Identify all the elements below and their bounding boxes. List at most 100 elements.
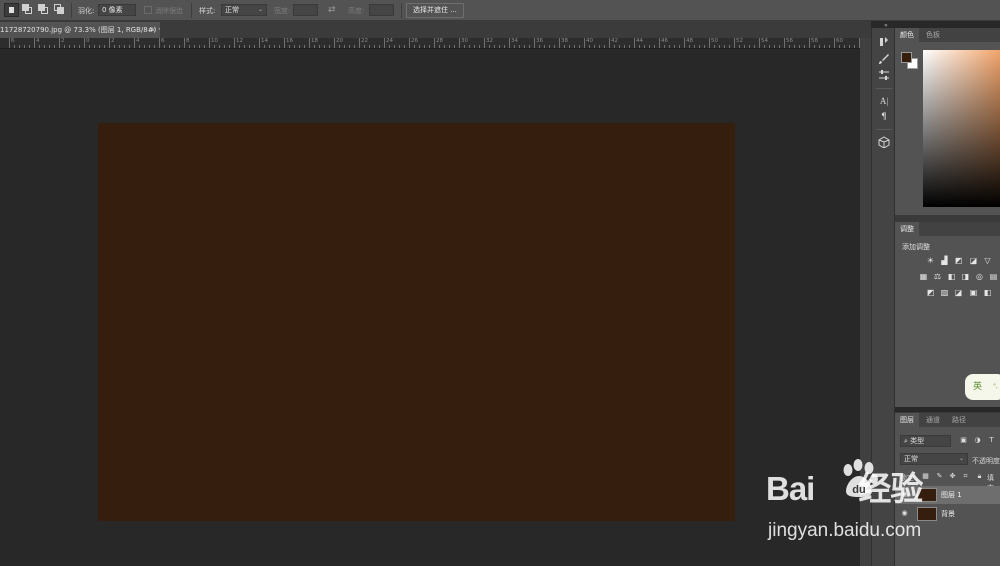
ruler-tick bbox=[454, 45, 455, 48]
color-balance-icon[interactable]: ◧ bbox=[947, 272, 956, 281]
ruler-tick bbox=[714, 45, 715, 48]
ruler-tick bbox=[524, 45, 525, 48]
ruler-tick bbox=[119, 45, 120, 48]
color-picker-field[interactable] bbox=[923, 50, 1000, 207]
ruler-tick-label: 60 bbox=[836, 38, 843, 44]
ruler-tick bbox=[529, 45, 530, 48]
subtract-selection-icon[interactable] bbox=[54, 4, 65, 15]
tab-channels[interactable]: 通道 bbox=[921, 413, 945, 427]
tab-swatches[interactable]: 色板 bbox=[921, 28, 945, 42]
curves-icon[interactable]: ◩ bbox=[954, 256, 963, 265]
ruler-tick bbox=[229, 45, 230, 48]
feather-input[interactable]: 0 像素 bbox=[98, 4, 136, 16]
tab-layers[interactable]: 图层 bbox=[895, 413, 919, 427]
gradient-triangle-icon[interactable]: ▽ bbox=[983, 256, 992, 265]
ruler-tick bbox=[204, 45, 205, 48]
levels-icon[interactable]: ▟ bbox=[940, 256, 949, 265]
gradient-map-icon[interactable]: ▣ bbox=[969, 288, 978, 297]
selective-color-icon[interactable]: ◧ bbox=[983, 288, 992, 297]
style-select[interactable]: 正常 ⌄ bbox=[221, 4, 267, 16]
ruler-tick bbox=[304, 45, 305, 48]
black-white-icon[interactable]: ◨ bbox=[961, 272, 970, 281]
ruler-tick bbox=[194, 45, 195, 48]
select-and-mask-button[interactable]: 选择并遮住 ... bbox=[406, 3, 464, 18]
3d-icon[interactable] bbox=[877, 136, 891, 149]
ruler-tick bbox=[174, 45, 175, 48]
ruler-tick bbox=[609, 38, 610, 48]
ruler-tick bbox=[814, 45, 815, 48]
ruler-tick-label: 22 bbox=[361, 38, 368, 44]
foreground-color-swatch[interactable] bbox=[901, 52, 912, 63]
ruler-tick bbox=[544, 45, 545, 48]
ruler-tick bbox=[519, 45, 520, 48]
layer-filter-select[interactable]: ⌕ 类型 bbox=[900, 435, 951, 447]
photo-filter-icon[interactable]: ◎ bbox=[975, 272, 984, 281]
ruler-tick-label: 32 bbox=[486, 38, 493, 44]
pixel-filter-icon[interactable]: ▣ bbox=[959, 436, 968, 445]
invert-icon[interactable]: ◩ bbox=[926, 288, 935, 297]
ruler-tick-label: 52 bbox=[736, 38, 743, 44]
document-canvas[interactable] bbox=[98, 123, 735, 521]
ruler-tick bbox=[169, 45, 170, 48]
brush-settings-icon[interactable] bbox=[877, 53, 891, 66]
ruler-tick bbox=[79, 45, 80, 48]
ime-indicator[interactable]: 英 °, bbox=[965, 374, 1000, 400]
ruler-tick bbox=[369, 45, 370, 48]
ruler-tick bbox=[459, 38, 460, 48]
ruler-tick bbox=[694, 45, 695, 48]
ruler-tick-label: 16 bbox=[286, 38, 293, 44]
ruler-tick-label: 56 bbox=[786, 38, 793, 44]
ruler-tick-label: 42 bbox=[611, 38, 618, 44]
brightness-contrast-icon[interactable]: ☀ bbox=[926, 256, 935, 265]
document-tab[interactable]: 11728720790.jpg @ 73.3% (图层 1, RGB/8#) *… bbox=[0, 22, 160, 38]
ruler-tick bbox=[844, 45, 845, 48]
ruler-tick-label: 50 bbox=[711, 38, 718, 44]
adjustment-filter-icon[interactable]: ◑ bbox=[973, 436, 982, 445]
ruler-tick bbox=[699, 45, 700, 48]
chevron-down-icon: ⌄ bbox=[257, 6, 263, 13]
layers-panel-tabs: 图层 通道 路径 bbox=[895, 413, 1000, 427]
ruler-tick bbox=[799, 45, 800, 48]
vibrance-icon[interactable]: ▦ bbox=[919, 272, 928, 281]
swap-dimensions-icon[interactable]: ⇄ bbox=[328, 5, 336, 15]
ruler-tick bbox=[364, 45, 365, 48]
ruler-tick bbox=[264, 45, 265, 48]
close-icon[interactable]: × bbox=[150, 22, 156, 38]
ruler-tick bbox=[504, 45, 505, 48]
antialias-checkbox[interactable] bbox=[144, 6, 152, 14]
exposure-icon[interactable]: ◪ bbox=[969, 256, 978, 265]
threshold-icon[interactable]: ◪ bbox=[954, 288, 963, 297]
adjust-sliders-icon[interactable] bbox=[877, 69, 891, 82]
ruler-tick bbox=[334, 38, 335, 48]
ruler-tick bbox=[344, 45, 345, 48]
new-selection-icon[interactable] bbox=[22, 4, 33, 15]
horizontal-ruler[interactable]: 6 4 2 0 2 4 6 8 10 12 14 16 18 20 22 24 26 28 30 32 34 36 38 40… bbox=[0, 38, 860, 49]
paragraph-icon[interactable]: ¶ bbox=[877, 111, 891, 124]
ruler-tick bbox=[494, 45, 495, 48]
marquee-tool-preset-icon[interactable] bbox=[4, 3, 19, 17]
ruler-tick bbox=[284, 38, 285, 48]
tab-color[interactable]: 颜色 bbox=[895, 28, 919, 42]
height-input[interactable] bbox=[369, 4, 394, 16]
add-to-selection-icon[interactable] bbox=[38, 4, 49, 15]
channel-mixer-icon[interactable]: ▤ bbox=[989, 272, 998, 281]
ruler-tick bbox=[679, 45, 680, 48]
ruler-tick bbox=[414, 45, 415, 48]
ruler-tick bbox=[724, 45, 725, 48]
canvas-area[interactable] bbox=[0, 49, 860, 566]
tab-paths[interactable]: 路径 bbox=[947, 413, 971, 427]
type-filter-icon[interactable]: T bbox=[987, 436, 996, 445]
character-icon[interactable]: A| bbox=[877, 95, 891, 108]
history-brush-icon[interactable] bbox=[877, 36, 891, 49]
divider bbox=[876, 88, 892, 89]
ruler-tick bbox=[44, 45, 45, 48]
ruler-tick-label: 54 bbox=[761, 38, 768, 44]
tab-adjustments[interactable]: 调整 bbox=[895, 222, 919, 236]
hue-saturation-icon[interactable]: ⚖ bbox=[933, 272, 942, 281]
ruler-tick bbox=[499, 45, 500, 48]
ruler-tick bbox=[624, 45, 625, 48]
color-panel: 颜色 色板 bbox=[895, 28, 1000, 215]
ime-status-icon: °, bbox=[993, 383, 998, 390]
width-input[interactable] bbox=[293, 4, 318, 16]
posterize-icon[interactable]: ▨ bbox=[940, 288, 949, 297]
